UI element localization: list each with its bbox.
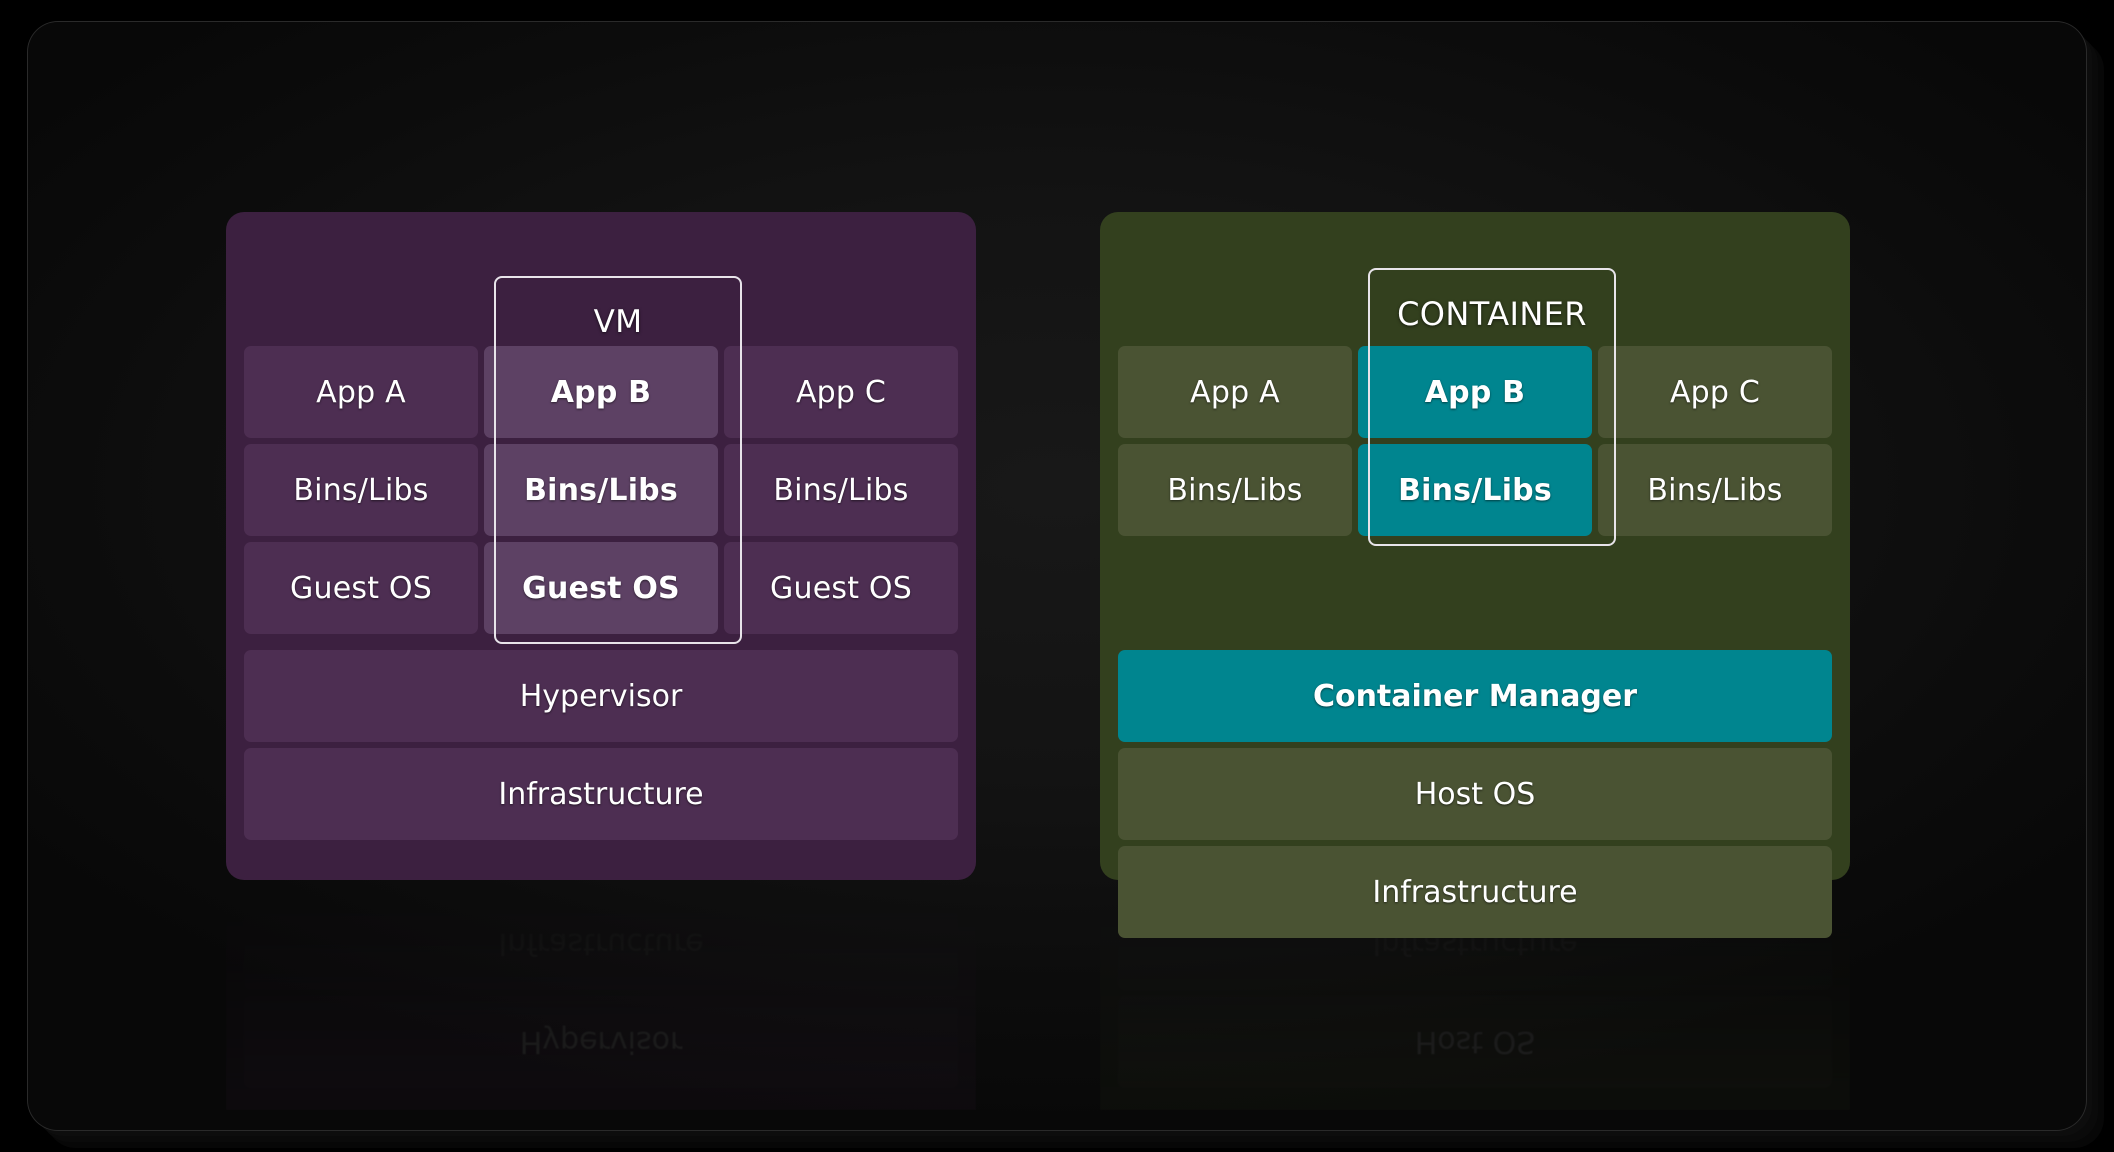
container-cell-app-b[interactable]: App B	[1358, 346, 1592, 438]
vm-row-guest-os: Guest OS Guest OS Guest OS	[244, 542, 958, 634]
vm-cell-app-c[interactable]: App C	[724, 346, 958, 438]
container-cell-bins-libs-a[interactable]: Bins/Libs	[1118, 444, 1352, 536]
container-callout-label: CONTAINER	[1397, 295, 1587, 333]
vm-cell-bins-libs-b[interactable]: Bins/Libs	[484, 444, 718, 536]
container-panel-inner: App A App B App C Bins/Libs Bins/Libs Bi…	[1118, 230, 1832, 938]
vm-reflection-body: Hypervisor Infrastructure	[226, 880, 976, 1110]
container-cell-bins-libs-c[interactable]: Bins/Libs	[1598, 444, 1832, 536]
container-bar-host-os[interactable]: Host OS	[1118, 748, 1832, 840]
vm-cell-app-b[interactable]: App B	[484, 346, 718, 438]
vm-panel-inner: App A App B App C Bins/Libs Bins/Libs Bi…	[244, 230, 958, 862]
container-cell-app-a[interactable]: App A	[1118, 346, 1352, 438]
container-architecture-panel: App A App B App C Bins/Libs Bins/Libs Bi…	[1100, 212, 1850, 938]
vm-row-apps: App A App B App C	[244, 346, 958, 438]
vm-bar-hypervisor[interactable]: Hypervisor	[244, 650, 958, 742]
vm-bar-infrastructure[interactable]: Infrastructure	[244, 748, 958, 840]
vm-cell-guest-os-c[interactable]: Guest OS	[724, 542, 958, 634]
slide-frame: Hypervisor Infrastructure Host OS Infras…	[28, 22, 2086, 1130]
vm-cell-guest-os-b[interactable]: Guest OS	[484, 542, 718, 634]
diagram-stage: Hypervisor Infrastructure Host OS Infras…	[28, 22, 2086, 1130]
container-reflection-bar-host-os: Host OS	[1118, 996, 1832, 1088]
vm-cell-bins-libs-a[interactable]: Bins/Libs	[244, 444, 478, 536]
container-row-bins-libs: Bins/Libs Bins/Libs Bins/Libs	[1118, 444, 1832, 536]
container-row-apps: App A App B App C	[1118, 346, 1832, 438]
container-cell-bins-libs-b[interactable]: Bins/Libs	[1358, 444, 1592, 536]
vm-panel-reflection: Hypervisor Infrastructure	[226, 880, 976, 1110]
container-bar-infrastructure[interactable]: Infrastructure	[1118, 846, 1832, 938]
vm-cell-app-a[interactable]: App A	[244, 346, 478, 438]
vm-cell-bins-libs-c[interactable]: Bins/Libs	[724, 444, 958, 536]
vm-reflection-bar-hypervisor: Hypervisor	[244, 996, 958, 1088]
container-cell-app-c[interactable]: App C	[1598, 346, 1832, 438]
vm-cell-guest-os-a[interactable]: Guest OS	[244, 542, 478, 634]
container-bar-container-manager[interactable]: Container Manager	[1118, 650, 1832, 742]
vm-row-bins-libs: Bins/Libs Bins/Libs Bins/Libs	[244, 444, 958, 536]
vm-reflection-bar-infrastructure: Infrastructure	[244, 898, 958, 990]
vm-architecture-panel: App A App B App C Bins/Libs Bins/Libs Bi…	[226, 212, 976, 880]
